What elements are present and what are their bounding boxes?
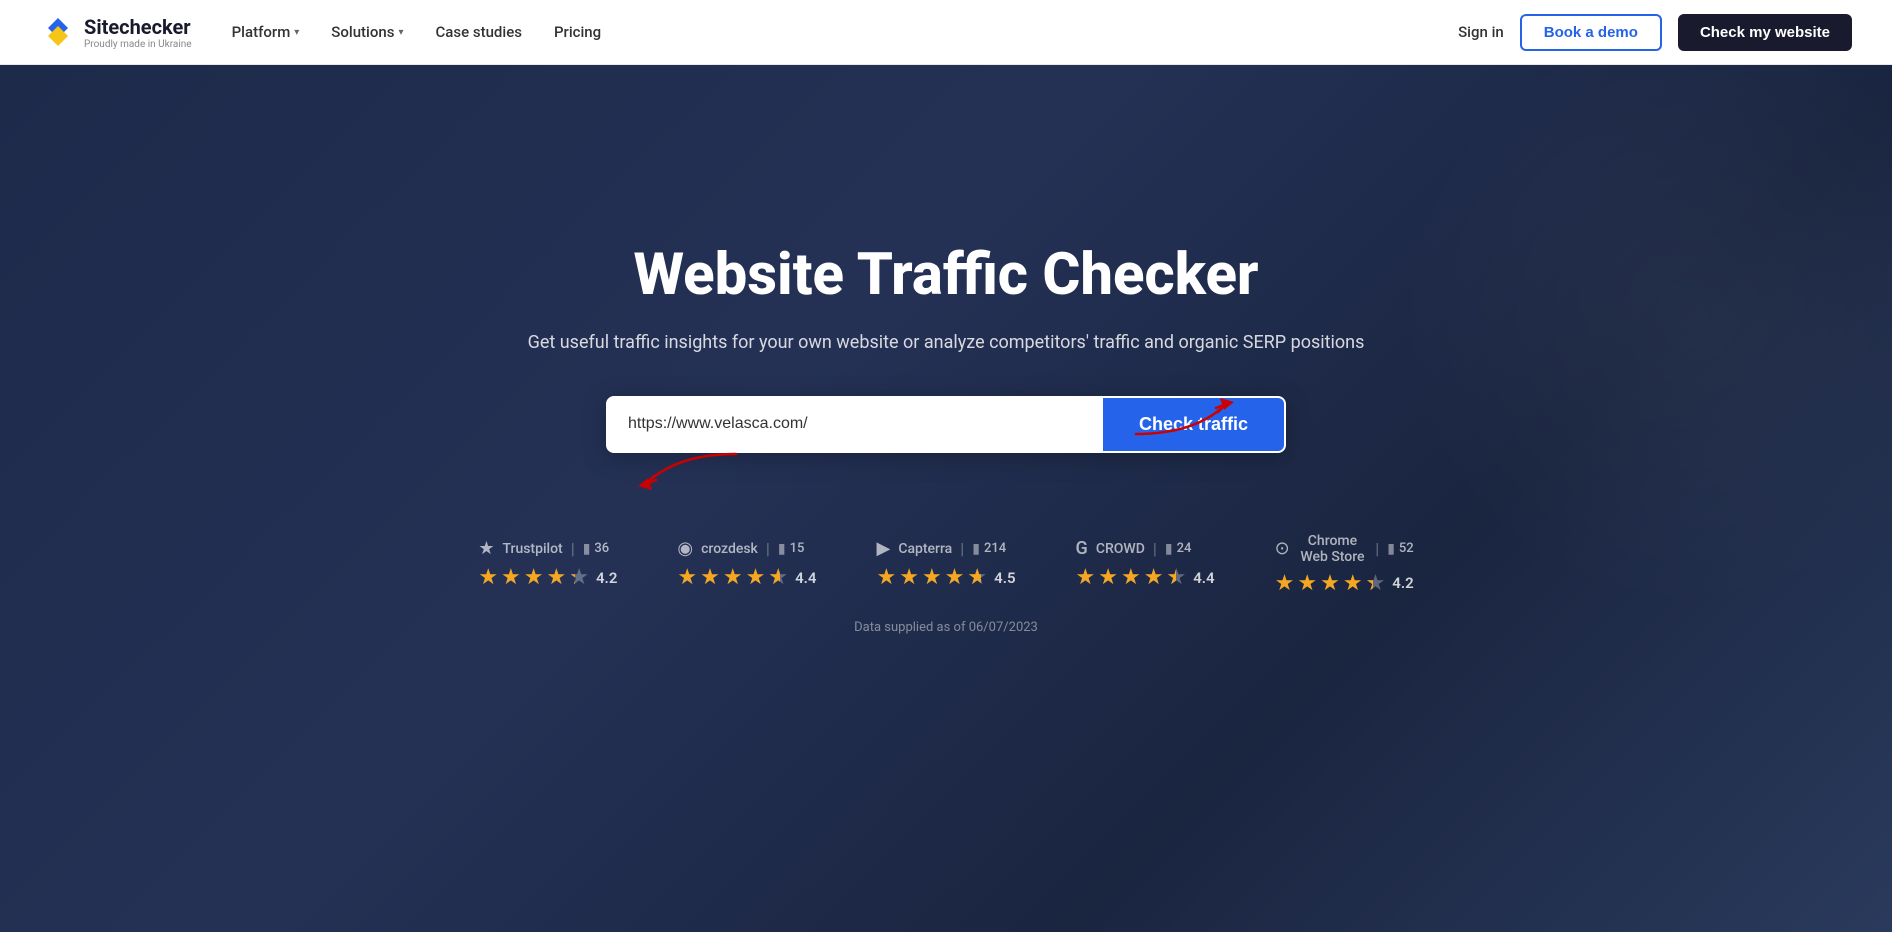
star-partial: ★★: [768, 565, 788, 590]
star-full: ★: [1297, 571, 1317, 596]
star-full: ★: [922, 565, 942, 590]
star-full: ★: [1076, 565, 1096, 590]
star-full: ★: [1144, 565, 1164, 590]
star-full: ★: [547, 565, 567, 590]
platform-icon: ▶: [876, 538, 890, 559]
comment-count: ▮ 36: [583, 541, 610, 557]
star-full: ★: [524, 565, 544, 590]
logo-title: Sitechecker: [84, 15, 192, 39]
rating-value: 4.5: [994, 569, 1015, 587]
rating-divider: |: [960, 539, 964, 558]
platform-icon: G: [1076, 538, 1088, 559]
nav-right: Sign in Book a demo Check my website: [1458, 14, 1852, 51]
rating-divider: |: [1153, 539, 1157, 558]
rating-header: ★ Trustpilot | ▮ 36: [478, 538, 609, 559]
star-full: ★: [1320, 571, 1340, 596]
platform-icon: ★: [478, 538, 494, 559]
stars-row: ★★★★★★4.4: [1076, 565, 1215, 590]
star-full: ★: [677, 565, 697, 590]
logo-subtitle: Proudly made in Ukraine: [84, 39, 192, 50]
search-box-wrap: Check traffic: [516, 396, 1376, 453]
star-full: ★: [700, 565, 720, 590]
logo-icon: [40, 14, 76, 50]
logo-link[interactable]: Sitechecker Proudly made in Ukraine: [40, 14, 192, 50]
star-full: ★: [876, 565, 896, 590]
comment-count: ▮ 214: [972, 541, 1006, 557]
arrow-right: [1126, 384, 1246, 448]
platform-name: Trustpilot: [502, 541, 562, 557]
rating-item: GCROWD|▮ 24★★★★★★4.4: [1076, 538, 1215, 590]
star-partial: ★★: [967, 565, 987, 590]
check-website-button[interactable]: Check my website: [1678, 14, 1852, 51]
nav-case-studies[interactable]: Case studies: [436, 23, 522, 41]
rating-item: ⊙Chrome Web Store|▮ 52★★★★★★4.2: [1275, 533, 1414, 596]
hero-content: Website Traffic Checker Get useful traff…: [496, 242, 1396, 635]
rating-item: ★Trustpilot|▮ 36★★★★★★4.2: [478, 538, 617, 590]
platform-icon: ◉: [677, 538, 693, 559]
platform-icon: ⊙: [1275, 538, 1290, 559]
star-full: ★: [746, 565, 766, 590]
navbar: Sitechecker Proudly made in Ukraine Plat…: [0, 0, 1892, 65]
stars-row: ★★★★★★4.2: [478, 565, 617, 590]
platform-name: crozdesk: [701, 541, 758, 557]
star-full: ★: [723, 565, 743, 590]
platform-name: Capterra: [898, 541, 952, 557]
stars-row: ★★★★★★4.5: [876, 565, 1015, 590]
rating-value: 4.4: [795, 569, 816, 587]
star-full: ★: [1275, 571, 1295, 596]
stars-row: ★★★★★★4.4: [677, 565, 816, 590]
arrow-left: [626, 444, 746, 508]
signin-link[interactable]: Sign in: [1458, 23, 1504, 41]
stars-row: ★★★★★★4.2: [1275, 571, 1414, 596]
ratings-row: ★Trustpilot|▮ 36★★★★★★4.2◉crozdesk|▮ 15★…: [516, 533, 1376, 596]
star-full: ★: [899, 565, 919, 590]
nav-pricing[interactable]: Pricing: [554, 23, 601, 41]
nav-solutions[interactable]: Solutions ▾: [331, 23, 403, 41]
rating-item: ▶Capterra|▮ 214★★★★★★4.5: [876, 538, 1015, 590]
platform-name: Chrome Web Store: [1298, 533, 1368, 565]
data-note: Data supplied as of 06/07/2023: [516, 620, 1376, 635]
star-partial: ★★: [1166, 565, 1186, 590]
nav-platform[interactable]: Platform ▾: [232, 23, 300, 41]
rating-value: 4.2: [1392, 574, 1413, 592]
star-full: ★: [478, 565, 498, 590]
star-full: ★: [1343, 571, 1363, 596]
book-demo-button[interactable]: Book a demo: [1520, 14, 1662, 51]
hero-subtitle: Get useful traffic insights for your own…: [516, 329, 1376, 356]
star-full: ★: [501, 565, 521, 590]
hero-title: Website Traffic Checker: [516, 242, 1376, 309]
rating-divider: |: [766, 539, 770, 558]
rating-header: G CROWD | ▮ 24: [1076, 538, 1192, 559]
rating-divider: |: [1375, 539, 1379, 558]
platform-name: CROWD: [1096, 541, 1145, 557]
rating-header: ◉ crozdesk | ▮ 15: [677, 538, 804, 559]
star-partial: ★★: [569, 565, 589, 590]
star-full: ★: [1098, 565, 1118, 590]
comment-count: ▮ 52: [1387, 541, 1414, 557]
comment-count: ▮ 24: [1165, 541, 1192, 557]
comment-count: ▮ 15: [778, 541, 805, 557]
rating-item: ◉crozdesk|▮ 15★★★★★★4.4: [677, 538, 816, 590]
rating-value: 4.2: [596, 569, 617, 587]
rating-header: ▶ Capterra | ▮ 214: [876, 538, 1006, 559]
nav-links: Platform ▾ Solutions ▾ Case studies Pric…: [232, 23, 1458, 41]
hero-section: Website Traffic Checker Get useful traff…: [0, 65, 1892, 932]
star-full: ★: [1121, 565, 1141, 590]
star-partial: ★★: [1366, 571, 1386, 596]
rating-value: 4.4: [1193, 569, 1214, 587]
star-full: ★: [945, 565, 965, 590]
rating-divider: |: [571, 539, 575, 558]
url-input[interactable]: [608, 398, 1103, 451]
rating-header: ⊙ Chrome Web Store | ▮ 52: [1275, 533, 1414, 565]
